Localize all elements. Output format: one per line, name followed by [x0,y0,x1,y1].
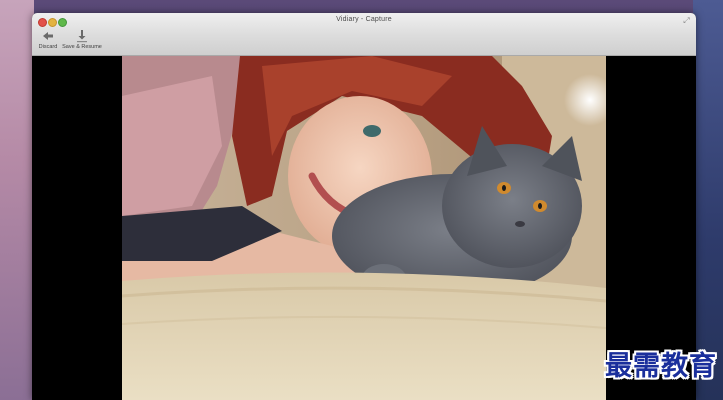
save-resume-label: Save & Resume [62,44,102,50]
discard-label: Discard [38,44,58,50]
desktop-background-right [693,0,723,400]
title-bar: Vidiary - Capture ⤢ Discard Save & Resum… [32,13,696,56]
captured-video-frame [122,56,606,400]
watermark-text: 最需教育 [605,351,717,382]
arrow-left-icon [43,32,53,40]
video-preview-area [32,56,696,400]
discard-button[interactable]: Discard [35,29,61,50]
captured-photo-image [122,56,606,400]
fullscreen-icon[interactable]: ⤢ [682,16,691,25]
save-resume-button[interactable]: Save & Resume [62,29,102,50]
app-window: Vidiary - Capture ⤢ Discard Save & Resum… [32,13,696,400]
desktop-background-left [0,0,34,400]
window-title: Vidiary - Capture [336,16,392,23]
download-arrow-icon [77,30,87,43]
